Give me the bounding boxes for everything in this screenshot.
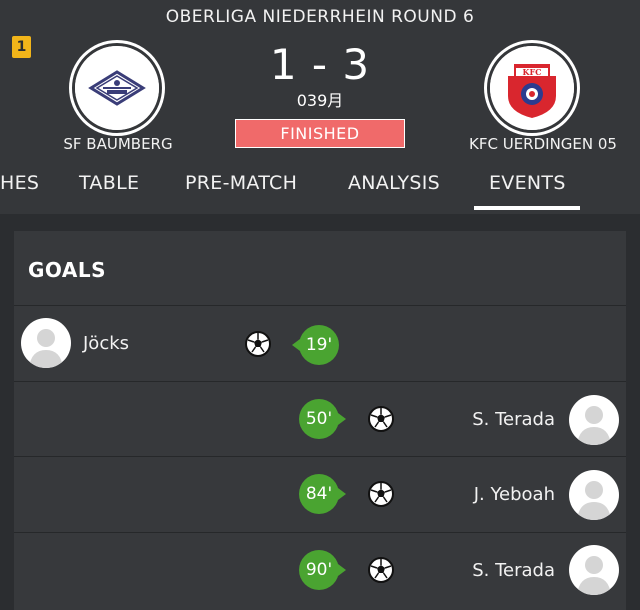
sf-baumberg-logo-icon [75, 46, 159, 130]
goal-scorer-name[interactable]: Jöcks [83, 333, 129, 354]
row-divider [14, 456, 626, 457]
player-avatar[interactable] [569, 545, 619, 595]
player-silhouette-icon [29, 329, 63, 368]
player-avatar[interactable] [569, 395, 619, 445]
home-team-crest[interactable] [72, 43, 162, 133]
kfc-uerdingen-logo-icon: KFC [490, 46, 574, 130]
soccer-ball-icon [368, 406, 394, 432]
tab-table[interactable]: TABLE [79, 172, 139, 194]
active-tab-indicator [474, 206, 580, 210]
row-divider [14, 305, 626, 306]
notification-badge[interactable]: 1 [12, 36, 31, 58]
match-status-badge: FINISHED [235, 119, 405, 148]
goal-minute-badge: 50' [299, 399, 346, 439]
home-team-name[interactable]: SF BAUMBERG [48, 135, 188, 153]
tab-pre-match[interactable]: PRE-MATCH [185, 172, 297, 194]
goal-scorer-name[interactable]: S. Terada [405, 409, 555, 430]
player-silhouette-icon [577, 481, 611, 520]
goal-minute-badge: 19' [292, 325, 339, 365]
goal-scorer-name[interactable]: S. Terada [405, 560, 555, 581]
row-divider [14, 532, 626, 533]
player-silhouette-icon [577, 406, 611, 445]
player-silhouette-icon [577, 556, 611, 595]
player-avatar[interactable] [569, 470, 619, 520]
goal-minute-badge: 84' [299, 474, 346, 514]
match-date: 039月 [296, 91, 344, 110]
player-avatar[interactable] [21, 318, 71, 368]
goal-minute-badge: 90' [299, 550, 346, 590]
away-team-name[interactable]: KFC UERDINGEN 05 [448, 135, 638, 153]
row-divider [14, 381, 626, 382]
soccer-ball-icon [245, 331, 271, 357]
tab-analysis[interactable]: ANALYSIS [348, 172, 440, 194]
round-title: OBERLIGA NIEDERRHEIN ROUND 6 [165, 7, 475, 27]
soccer-ball-icon [368, 557, 394, 583]
kfc-crest-text: KFC [523, 67, 542, 77]
soccer-ball-icon [368, 481, 394, 507]
goal-scorer-name[interactable]: J. Yeboah [405, 484, 555, 505]
tab-matches[interactable]: HES [0, 172, 39, 194]
match-score: 1 - 3 [269, 40, 371, 89]
away-team-crest[interactable]: KFC [487, 43, 577, 133]
tab-events[interactable]: EVENTS [489, 172, 566, 194]
goals-section-title: GOALS [28, 258, 107, 282]
